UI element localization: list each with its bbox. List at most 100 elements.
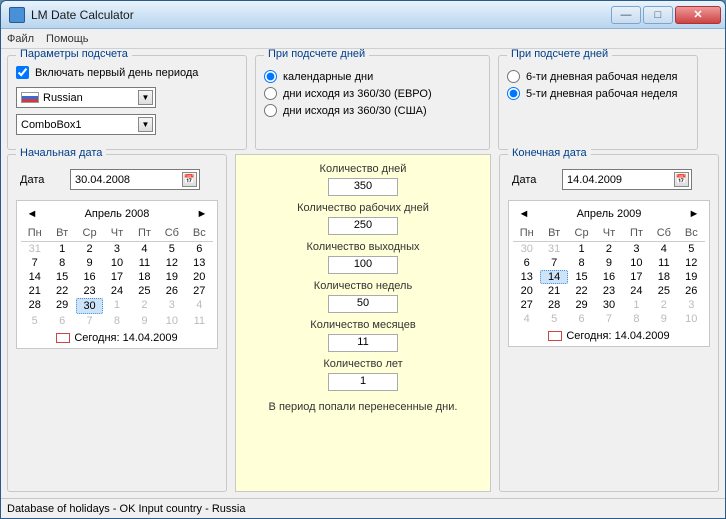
months-value[interactable]: 11 [328,334,398,352]
calendar-day[interactable]: 28 [540,298,567,312]
calendar-day[interactable]: 23 [595,284,622,298]
calendar-day[interactable]: 19 [678,270,705,284]
calendar-day[interactable]: 9 [595,256,622,270]
calendar-day[interactable]: 30 [595,298,622,312]
calendar-day[interactable]: 10 [623,256,650,270]
calendar-day[interactable]: 3 [623,242,650,256]
weeks-value[interactable]: 50 [328,295,398,313]
calendar-day[interactable]: 7 [540,256,567,270]
years-value[interactable]: 1 [328,373,398,391]
calendar-day[interactable]: 7 [21,256,48,270]
calendar-day[interactable]: 13 [186,256,213,270]
calendar-day[interactable]: 27 [513,298,540,312]
calendar-day[interactable]: 5 [540,312,567,326]
menu-file[interactable]: Файл [7,33,34,45]
calendar-day[interactable]: 20 [186,270,213,284]
calendar-day[interactable]: 14 [540,270,567,284]
calendar-day[interactable]: 8 [103,314,130,328]
calendar-day[interactable]: 19 [158,270,185,284]
calendar-day[interactable]: 27 [186,284,213,298]
calendar-day[interactable]: 2 [76,242,103,256]
radio-calendar-days[interactable] [264,70,277,83]
radio-five-day-week[interactable] [507,87,520,100]
days-value[interactable]: 350 [328,178,398,196]
calendar-day[interactable]: 10 [158,314,185,328]
calendar-day[interactable]: 30 [76,298,103,314]
prev-month-button[interactable]: ◄ [517,207,531,221]
end-date-picker[interactable]: 14.04.2009 📅 [562,169,692,190]
calendar-day[interactable]: 7 [595,312,622,326]
work-days-value[interactable]: 250 [328,217,398,235]
calendar-day[interactable]: 10 [103,256,130,270]
calendar-day[interactable]: 6 [186,242,213,256]
calendar-day[interactable]: 2 [131,298,158,314]
close-button[interactable]: ✕ [675,6,721,24]
next-month-button[interactable]: ► [195,207,209,221]
calendar-day[interactable]: 24 [623,284,650,298]
calendar-day[interactable]: 26 [158,284,185,298]
calendar-day[interactable]: 9 [131,314,158,328]
calendar-day[interactable]: 3 [103,242,130,256]
calendar-day[interactable]: 5 [678,242,705,256]
combobox1[interactable]: ComboBox1 ▼ [16,114,156,135]
prev-month-button[interactable]: ◄ [25,207,39,221]
calendar-day[interactable]: 10 [678,312,705,326]
calendar-day[interactable]: 22 [568,284,595,298]
calendar-day[interactable]: 12 [158,256,185,270]
calendar-day[interactable]: 20 [513,284,540,298]
calendar-day[interactable]: 3 [158,298,185,314]
start-today-label[interactable]: Сегодня: 14.04.2009 [74,332,177,344]
calendar-day[interactable]: 8 [623,312,650,326]
calendar-day[interactable]: 12 [678,256,705,270]
calendar-day[interactable]: 9 [650,312,677,326]
calendar-day[interactable]: 17 [103,270,130,284]
calendar-day[interactable]: 21 [21,284,48,298]
calendar-day[interactable]: 18 [131,270,158,284]
calendar-day[interactable]: 11 [186,314,213,328]
calendar-day[interactable]: 29 [48,298,75,314]
end-calendar[interactable]: ◄ Апрель 2009 ► ПнВтСрЧтПтСбВс 303112345… [508,200,710,347]
calendar-day[interactable]: 15 [48,270,75,284]
calendar-day[interactable]: 6 [513,256,540,270]
calendar-day[interactable]: 8 [48,256,75,270]
calendar-day[interactable]: 24 [103,284,130,298]
language-combo[interactable]: Russian ▼ [16,87,156,108]
calendar-day[interactable]: 1 [568,242,595,256]
calendar-day[interactable]: 21 [540,284,567,298]
calendar-day[interactable]: 4 [131,242,158,256]
calendar-day[interactable]: 31 [21,242,48,256]
calendar-day[interactable]: 31 [540,242,567,256]
calendar-day[interactable]: 28 [21,298,48,314]
calendar-day[interactable]: 17 [623,270,650,284]
calendar-day[interactable]: 11 [131,256,158,270]
calendar-day[interactable]: 15 [568,270,595,284]
calendar-day[interactable]: 1 [103,298,130,314]
calendar-day[interactable]: 9 [76,256,103,270]
calendar-day[interactable]: 6 [568,312,595,326]
radio-usa-days[interactable] [264,104,277,117]
calendar-day[interactable]: 16 [595,270,622,284]
calendar-day[interactable]: 7 [76,314,103,328]
start-date-picker[interactable]: 30.04.2008 📅 [70,169,200,190]
calendar-day[interactable]: 25 [131,284,158,298]
next-month-button[interactable]: ► [687,207,701,221]
calendar-day[interactable]: 2 [595,242,622,256]
minimize-button[interactable]: — [611,6,641,24]
calendar-day[interactable]: 6 [48,314,75,328]
end-today-label[interactable]: Сегодня: 14.04.2009 [566,330,669,342]
calendar-day[interactable]: 4 [650,242,677,256]
calendar-day[interactable]: 25 [650,284,677,298]
calendar-day[interactable]: 13 [513,270,540,284]
calendar-day[interactable]: 2 [650,298,677,312]
calendar-day[interactable]: 8 [568,256,595,270]
calendar-day[interactable]: 1 [48,242,75,256]
calendar-day[interactable]: 18 [650,270,677,284]
calendar-day[interactable]: 1 [623,298,650,312]
weekend-days-value[interactable]: 100 [328,256,398,274]
calendar-day[interactable]: 5 [158,242,185,256]
calendar-day[interactable]: 4 [513,312,540,326]
maximize-button[interactable]: □ [643,6,673,24]
start-calendar[interactable]: ◄ Апрель 2008 ► ПнВтСрЧтПтСбВс 311234567… [16,200,218,349]
include-first-day-checkbox[interactable] [16,66,29,79]
radio-euro-days[interactable] [264,87,277,100]
